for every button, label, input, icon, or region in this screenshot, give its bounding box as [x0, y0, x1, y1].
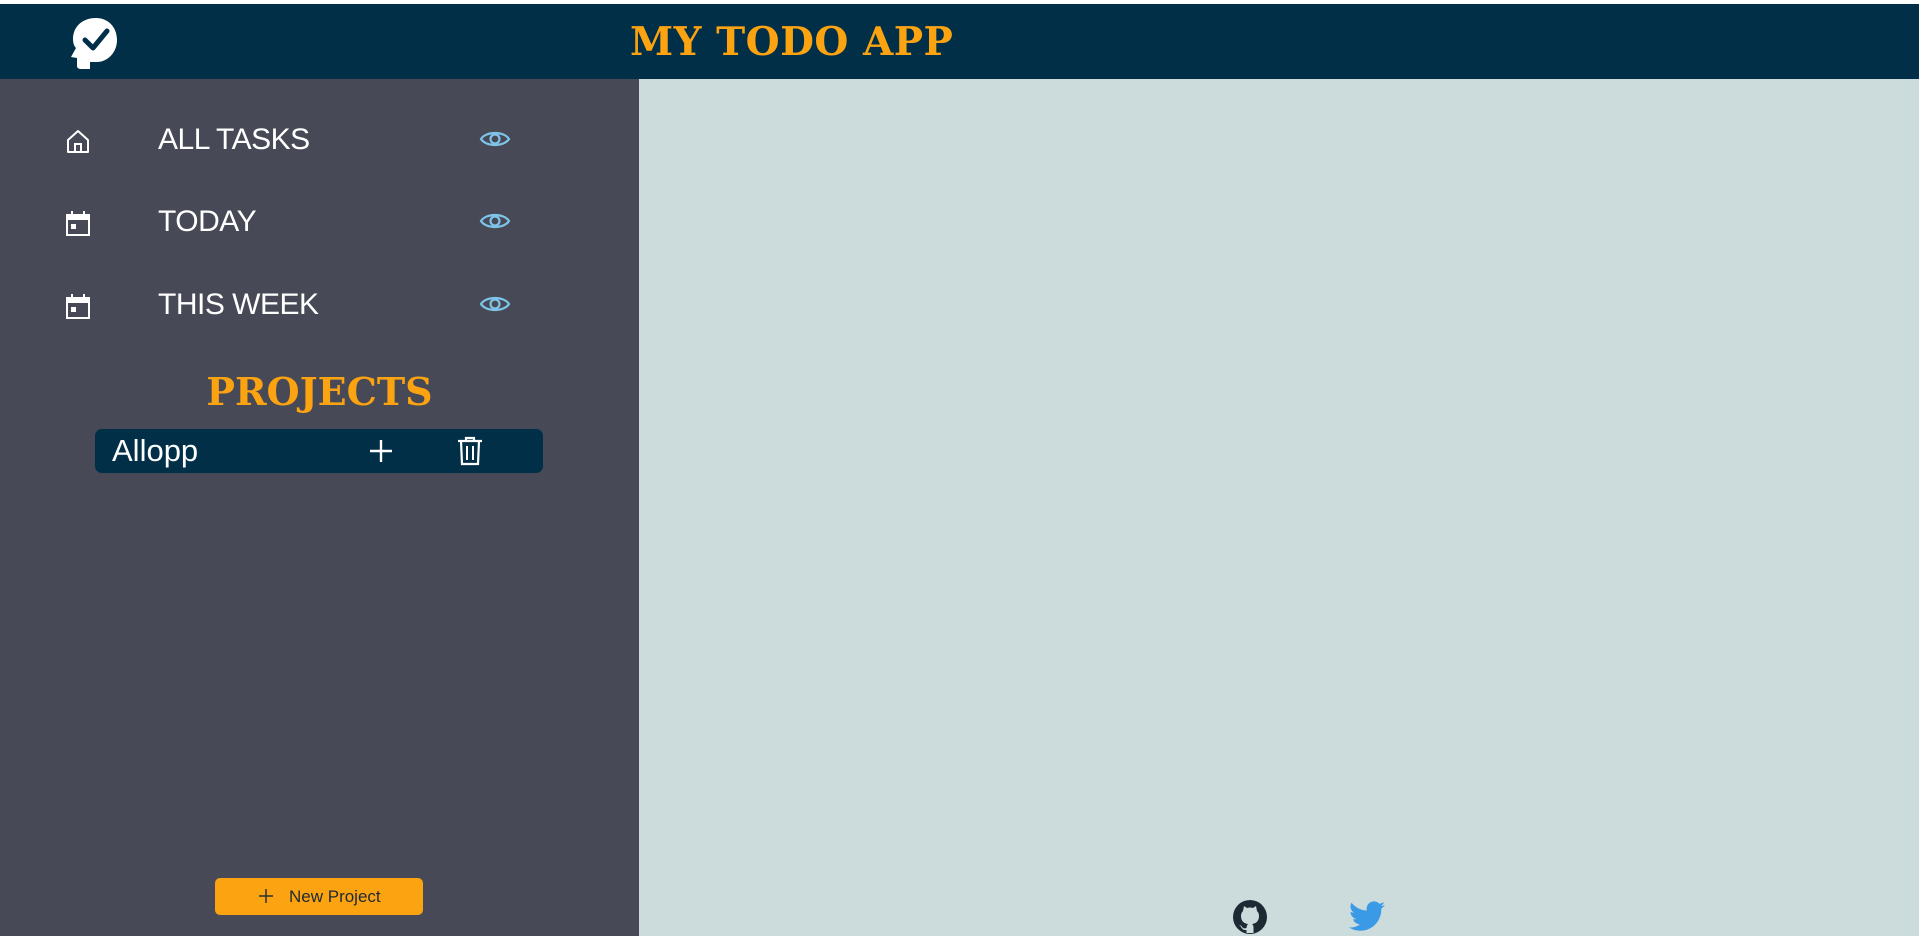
project-name: Allopp	[112, 433, 199, 468]
app-root: MY TODO APP ALL TASKS TODAY THIS WEEK PR…	[0, 4, 1919, 936]
calendar-icon	[66, 211, 90, 236]
new-project-button[interactable]: New Project	[215, 878, 423, 915]
nav-label: THIS WEEK	[158, 288, 319, 321]
github-icon[interactable]	[1232, 899, 1268, 935]
eye-icon[interactable]	[479, 126, 511, 152]
trash-icon[interactable]	[457, 436, 483, 466]
app-header: MY TODO APP	[0, 4, 1919, 79]
sidebar: ALL TASKS TODAY THIS WEEK PROJECTS Allop…	[0, 79, 639, 936]
logo-head-check-icon	[71, 18, 117, 69]
main-content	[639, 79, 1919, 936]
plus-icon[interactable]	[368, 438, 394, 464]
eye-icon[interactable]	[479, 291, 511, 317]
twitter-icon[interactable]	[1348, 901, 1386, 933]
home-icon	[67, 130, 89, 153]
nav-item-all-tasks[interactable]: ALL TASKS	[0, 110, 639, 170]
nav-item-this-week[interactable]: THIS WEEK	[0, 275, 639, 335]
projects-heading: PROJECTS	[206, 369, 433, 414]
eye-icon[interactable]	[479, 208, 511, 234]
project-item[interactable]: Allopp	[95, 429, 543, 473]
new-project-label: New Project	[289, 887, 381, 906]
nav-item-today[interactable]: TODAY	[0, 192, 639, 252]
nav-label: ALL TASKS	[158, 123, 310, 156]
app-title: MY TODO APP	[630, 19, 954, 65]
plus-icon	[259, 889, 273, 903]
nav-label: TODAY	[158, 205, 257, 238]
calendar-icon	[66, 294, 90, 319]
